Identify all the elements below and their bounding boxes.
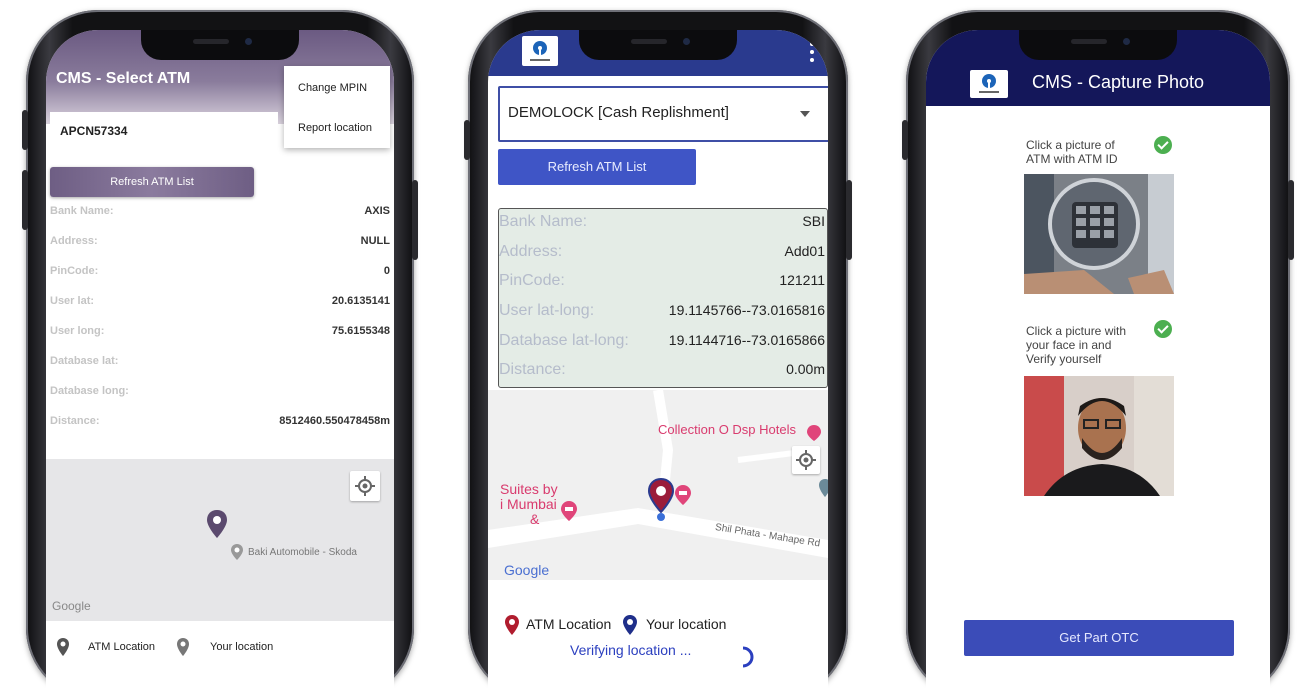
map-legend: ATM Location Your location — [46, 621, 394, 681]
google-logo: Google — [52, 599, 91, 613]
side-button — [22, 110, 28, 150]
selfie-image — [1024, 376, 1174, 496]
refresh-atm-list-button[interactable]: Refresh ATM List — [498, 149, 696, 185]
verifying-status: Verifying location ... — [570, 642, 692, 658]
map-place-label-suites: Suites by i Mumbai & — [500, 481, 558, 527]
detail-row: User lat-long: 19.1145766--73.0165816 — [499, 302, 825, 319]
detail-row: Bank Name: AXIS — [50, 205, 390, 217]
selfie-photo[interactable] — [1024, 376, 1174, 496]
dropdown-arrow-icon — [800, 111, 810, 117]
atm-marker-icon[interactable] — [648, 478, 674, 522]
notch — [1019, 30, 1177, 60]
menu-item-change-mpin[interactable]: Change MPIN — [298, 82, 367, 94]
menu-item-report-location[interactable]: Report location — [298, 122, 372, 134]
detail-row: Distance: 8512460.550478458m — [50, 415, 390, 427]
your-location-pin-icon — [623, 615, 637, 635]
detail-row: PinCode: 121211 — [499, 272, 825, 289]
atm-keypad-image — [1024, 174, 1174, 294]
notch — [141, 30, 299, 60]
screen: CMS - Capture Photo Click a picture of A… — [926, 30, 1270, 700]
sbi-logo-icon — [979, 74, 999, 93]
map-view[interactable]: Collection O Dsp Hotels Suites by i Mumb… — [488, 390, 828, 580]
get-part-otc-button[interactable]: Get Part OTC — [964, 620, 1234, 656]
crosshair-icon — [796, 450, 816, 470]
side-button — [1288, 180, 1294, 260]
phone-frame-verify-location: DEMOLOCK [Cash Replishment] Refresh ATM … — [464, 10, 852, 700]
place-marker-icon — [231, 544, 243, 560]
legend-you-label: Your location — [210, 641, 274, 653]
map-view[interactable]: Baki Automobile - Skoda Google — [46, 459, 394, 621]
side-button — [412, 180, 418, 260]
spinner-icon — [742, 646, 754, 668]
check-icon — [1154, 136, 1172, 154]
detail-row: Database long: — [50, 385, 129, 397]
hotel-marker-icon — [675, 485, 691, 505]
detail-row: Distance: 0.00m — [499, 361, 825, 378]
hotel-marker-icon — [561, 501, 577, 521]
check-icon — [1154, 320, 1172, 338]
page-title: CMS - Select ATM — [56, 70, 191, 87]
legend-atm-label: ATM Location — [88, 641, 156, 653]
selected-atm: DEMOLOCK [Cash Replishment] — [508, 104, 729, 121]
atm-location-pin-icon — [57, 638, 69, 656]
bank-logo — [970, 70, 1008, 98]
side-button — [846, 180, 852, 260]
refresh-atm-list-button[interactable]: Refresh ATM List — [50, 167, 254, 197]
atm-details-card: Bank Name: SBI Address: Add01 PinCode: 1212… — [498, 208, 828, 388]
legend-you-label: Your location — [646, 616, 727, 632]
detail-row: Database lat: — [50, 355, 119, 367]
screen: DEMOLOCK [Cash Replishment] Refresh ATM … — [488, 30, 828, 700]
crosshair-icon — [355, 476, 375, 496]
atm-marker-icon[interactable] — [206, 509, 228, 539]
side-button — [902, 120, 908, 160]
sbi-logo-icon — [530, 41, 550, 61]
my-location-button[interactable] — [792, 446, 820, 474]
map-place-label: Baki Automobile - Skoda — [248, 547, 357, 558]
map-legend: ATM Location Your location Verifying loc… — [488, 580, 828, 690]
screen: CMS - Select ATM Change MPIN Report loca… — [46, 30, 394, 700]
legend-atm-label: ATM Location — [526, 616, 612, 632]
side-button — [464, 120, 470, 160]
side-button — [22, 170, 28, 230]
map-place-label: Collection O Dsp Hotels — [658, 422, 796, 437]
atm-select-dropdown[interactable]: DEMOLOCK [Cash Replishment] — [498, 86, 828, 142]
google-logo: Google — [504, 562, 550, 578]
atm-location-pin-icon — [505, 615, 519, 635]
your-location-pin-icon — [177, 638, 189, 656]
detail-row: Address: NULL — [50, 235, 390, 247]
atm-id-input[interactable]: APCN57334 — [50, 112, 278, 148]
place-marker-icon — [819, 479, 828, 497]
phone-frame-capture-photo: CMS - Capture Photo Click a picture of A… — [902, 10, 1294, 700]
overflow-menu: Change MPIN Report location — [284, 66, 390, 148]
detail-row: Bank Name: SBI — [499, 213, 825, 230]
page-title: CMS - Capture Photo — [1032, 72, 1205, 92]
detail-row: Address: Add01 — [499, 243, 825, 260]
phone-frame-select-atm: CMS - Select ATM Change MPIN Report loca… — [22, 10, 418, 700]
detail-row: User long: 75.6155348 — [50, 325, 390, 337]
more-options-icon[interactable] — [810, 42, 814, 66]
detail-row: PinCode: 0 — [50, 265, 390, 277]
notch — [579, 30, 737, 60]
bank-logo — [522, 36, 558, 66]
detail-row: User lat: 20.6135141 — [50, 295, 390, 307]
detail-row: Database lat-long: 19.1144716--73.0165866 — [499, 332, 825, 349]
atm-id-value: APCN57334 — [60, 124, 128, 138]
atm-photo[interactable] — [1024, 174, 1174, 294]
hotel-marker-icon — [807, 425, 821, 441]
my-location-button[interactable] — [350, 471, 380, 501]
